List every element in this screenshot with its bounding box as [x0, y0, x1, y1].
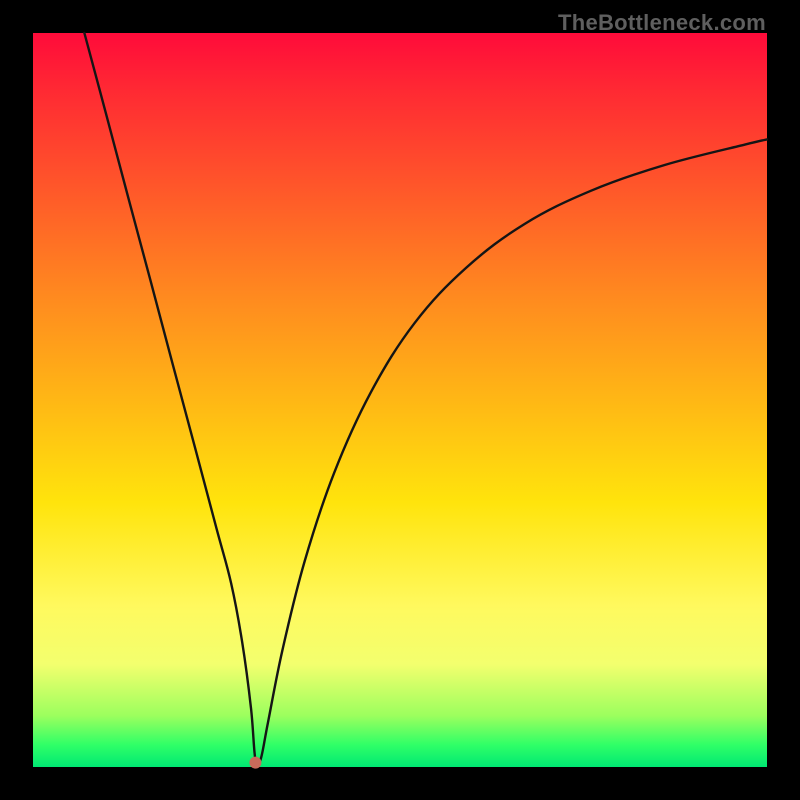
minimum-dot — [249, 757, 261, 769]
bottleneck-curve — [33, 33, 767, 767]
curve-path — [84, 33, 767, 766]
plot-area — [33, 33, 767, 767]
chart-frame: TheBottleneck.com — [0, 0, 800, 800]
